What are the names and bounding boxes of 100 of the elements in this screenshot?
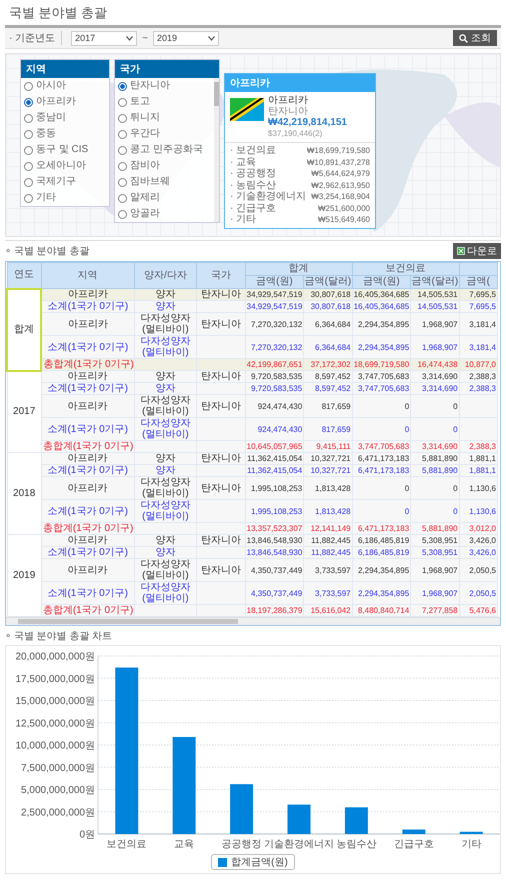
y-axis-label: 12,500,000,000원 <box>15 718 95 730</box>
country-option[interactable]: 알제리 <box>115 190 214 206</box>
region-option[interactable]: 기타 <box>21 190 109 206</box>
country-option[interactable]: 우간다 <box>115 126 214 142</box>
table-cell: 1,813,428 <box>304 476 352 500</box>
x-axis-label: 기술환경에너지 <box>264 839 334 850</box>
table-cell: 양자 <box>134 370 197 382</box>
table-cell: 소계(1국가 0기구) <box>41 300 134 312</box>
table-cell: 10,327,721 <box>304 452 352 464</box>
country-option[interactable]: 짐바브웨 <box>115 174 214 190</box>
tooltip-usd-amount: $37,190,446(2) <box>268 128 324 139</box>
header-cell: 금액(원) <box>352 276 411 288</box>
table-cell: 0 <box>352 476 411 500</box>
table-cell: 1,995,108,253 <box>245 476 304 500</box>
sector-amount: ₩3,254,168,904 <box>311 191 370 202</box>
region-option[interactable]: 오세아니아 <box>21 158 109 174</box>
year-from-select[interactable]: 2017 <box>71 30 138 46</box>
header-cell: 양자/다자 <box>134 262 197 288</box>
table-cell: 5,881,890 <box>410 452 460 464</box>
table-cell: 13,846,548,930 <box>245 534 304 546</box>
tooltip-country: 탄자니아 <box>268 106 309 117</box>
table-cell: 아프리카 <box>41 452 134 464</box>
table-cell: 탄자니아 <box>196 370 246 382</box>
table-cell: 탄자니아 <box>196 288 246 300</box>
table-cell: 소계(1국가 0기구) <box>41 382 134 394</box>
table-cell: 6,186,485,819 <box>352 546 411 558</box>
table-cell: 0 <box>410 476 460 500</box>
table-cell: 아프리카 <box>41 288 134 300</box>
sector-amount: ₩2,962,613,950 <box>311 180 370 191</box>
y-axis-label: 2,500,000,000원 <box>21 807 95 818</box>
table-cell: 0 <box>410 418 460 440</box>
region-option[interactable]: 아시아 <box>21 78 109 94</box>
country-option[interactable]: 잠비아 <box>115 158 214 174</box>
region-option[interactable]: 국제기구 <box>21 174 109 190</box>
region-option[interactable]: 중동 <box>21 126 109 142</box>
table-cell: 2,294,354,895 <box>352 312 411 336</box>
header-cell: 보건의료 <box>352 262 460 276</box>
table-cell: 0 <box>352 394 411 418</box>
table-cell: 15,616,042 <box>304 604 352 616</box>
table-cell: 16,405,364,685 <box>352 288 411 300</box>
country-option[interactable]: 탄자니아 <box>115 78 214 94</box>
year-cell: 2019 <box>7 534 42 616</box>
table-cell: 1,130,6 <box>459 500 498 522</box>
table-cell: 양자 <box>134 546 197 558</box>
region-option[interactable]: 중남미 <box>21 110 109 126</box>
table-cell: 6,364,684 <box>304 336 352 358</box>
table-cell: 아프리카 <box>41 476 134 500</box>
table-cell: 5,308,951 <box>410 534 460 546</box>
vertical-scrollbar[interactable] <box>214 78 219 222</box>
table-cell: 13,846,548,930 <box>245 546 304 558</box>
table-cell: 6,471,173,183 <box>352 522 411 534</box>
header-cell: 연도 <box>7 262 42 288</box>
x-axis-label: 긴급구호 <box>394 839 434 850</box>
section-title: ∘ 국별 분야별 총괄 <box>5 245 90 258</box>
table-cell: 10,645,057,965 <box>245 440 304 452</box>
table-cell: 다자성양자(멀티바이) <box>134 418 197 440</box>
table-cell: 2,294,354,895 <box>352 336 411 358</box>
sector-name: · 보건의료 <box>230 145 276 156</box>
country-option[interactable]: 앙골라 <box>115 206 214 222</box>
table-cell: 5,308,951 <box>410 546 460 558</box>
sector-amount: ₩10,891,437,278 <box>306 156 370 168</box>
region-option[interactable]: 아프리카 <box>21 94 109 110</box>
year-to-select[interactable]: 2019 <box>152 30 219 46</box>
y-axis-label: 0원 <box>79 830 95 840</box>
country-option[interactable]: 콩고 민주공화국 <box>115 142 214 158</box>
panel-header: 지역 <box>21 60 109 78</box>
table-cell: 다자성양자(멀티바이) <box>134 582 197 604</box>
table-cell: 8,480,840,714 <box>352 604 411 616</box>
table-cell: 총합계(1국가 0기구) <box>41 604 134 616</box>
panel-header: 국가 <box>115 60 219 78</box>
table-cell: 3,181,4 <box>459 312 498 336</box>
table-cell: 5,881,890 <box>410 522 460 534</box>
country-option[interactable]: 튀니지 <box>115 110 214 126</box>
sector-name: · 기술환경에너지 <box>230 191 306 202</box>
filter-label: · 기준년도 <box>9 31 62 45</box>
table-cell: 탄자니아 <box>196 452 246 464</box>
table-cell: 다자성양자(멀티바이) <box>134 558 197 582</box>
download-button[interactable]: 다운로 <box>453 243 501 259</box>
x-axis-label: 농림수산 <box>336 839 376 850</box>
y-axis-label: 5,000,000,000원 <box>21 785 95 796</box>
table-cell: 1,968,907 <box>410 312 460 336</box>
table-cell: 3,747,705,683 <box>352 382 411 394</box>
year-cell: 2018 <box>7 452 42 534</box>
header-cell: 합계 <box>245 262 352 276</box>
region-option[interactable]: 동구 및 CIS <box>21 142 109 158</box>
country-option[interactable]: 토고 <box>115 94 214 110</box>
table-cell: 다자성양자(멀티바이) <box>134 336 197 358</box>
table-cell: 양자 <box>134 452 197 464</box>
table-cell: 2,050,5 <box>459 582 498 604</box>
horizontal-scrollbar[interactable] <box>6 617 500 625</box>
table-cell: 양자 <box>134 464 197 476</box>
x-axis-label: 기타 <box>461 839 482 850</box>
table-cell: 탄자니아 <box>196 476 246 500</box>
table-cell: 탄자니아 <box>196 394 246 418</box>
table-cell: 아프리카 <box>41 370 134 382</box>
table-cell: 1,968,907 <box>410 336 460 358</box>
range-separator: ~ <box>142 32 148 44</box>
table-cell: 14,505,531 <box>410 288 460 300</box>
search-icon <box>459 34 468 42</box>
search-button[interactable]: 조회 <box>453 30 497 46</box>
